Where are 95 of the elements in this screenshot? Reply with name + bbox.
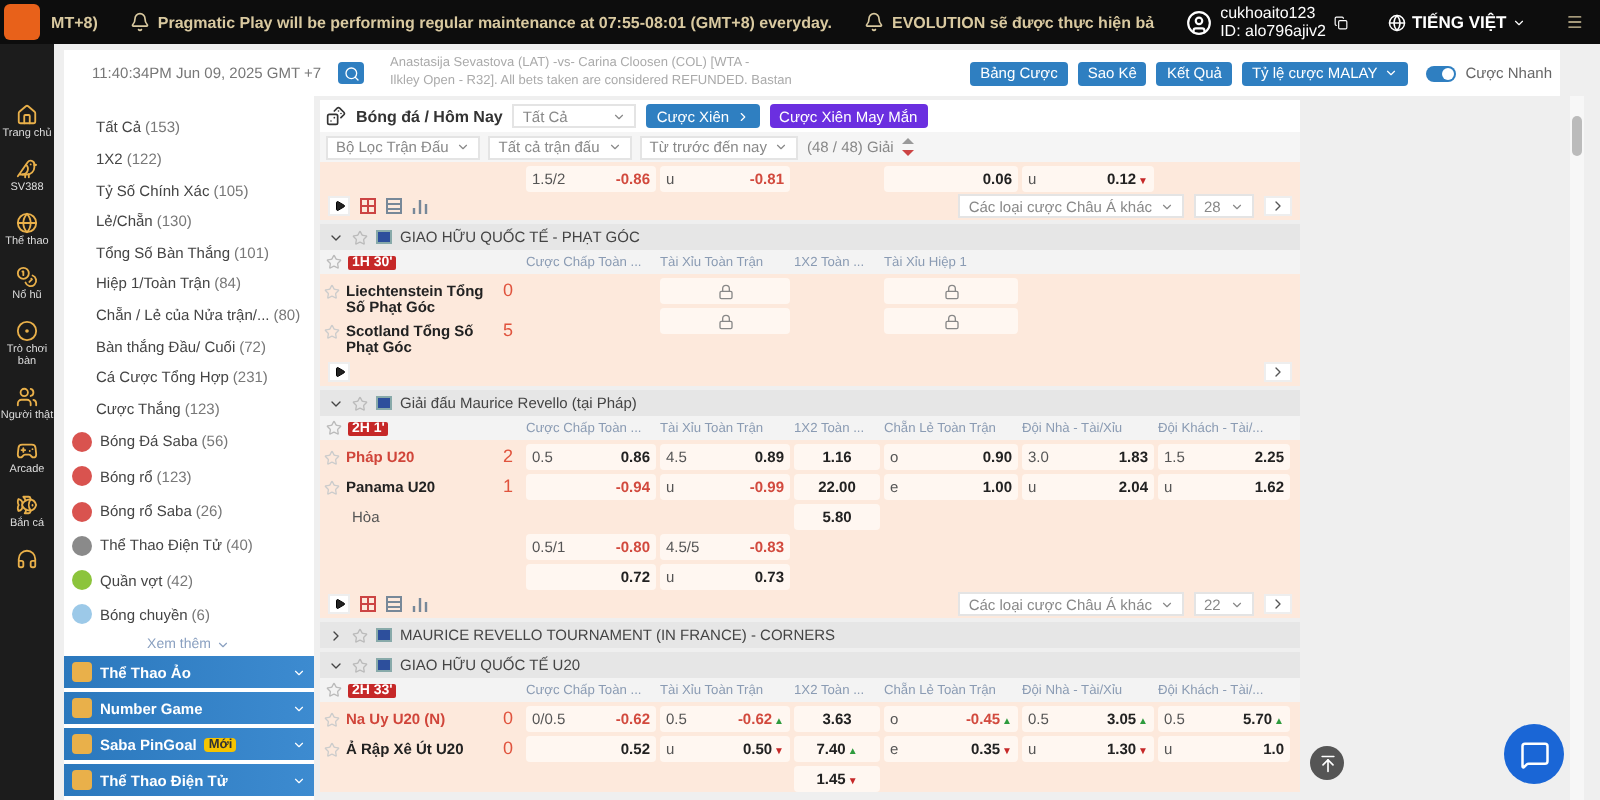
scroll-top-button[interactable] xyxy=(1310,746,1344,780)
chevron-right-icon xyxy=(1270,198,1286,214)
username: cukhoaito123 xyxy=(1220,4,1318,22)
team-score: 5 xyxy=(500,320,515,340)
star-icon[interactable] xyxy=(324,480,340,496)
site-logo[interactable] xyxy=(4,4,40,40)
star-icon[interactable] xyxy=(352,395,368,411)
table-icon[interactable] xyxy=(386,198,402,214)
star-icon[interactable] xyxy=(324,742,340,758)
team-score: 1 xyxy=(500,476,515,496)
star-icon[interactable] xyxy=(352,627,368,643)
lock-icon xyxy=(943,313,959,329)
next-button[interactable] xyxy=(1264,196,1292,216)
grid-icon[interactable] xyxy=(360,596,376,612)
category-icon xyxy=(72,770,92,791)
team-score: 0 xyxy=(500,738,515,758)
bell-icon xyxy=(863,12,884,32)
caret-icon xyxy=(1160,597,1174,611)
chevron-right-icon xyxy=(735,109,750,123)
lock-icon xyxy=(717,313,733,329)
search-icon xyxy=(343,65,359,81)
star-icon[interactable] xyxy=(324,284,340,300)
chat-button[interactable] xyxy=(1504,724,1564,784)
user-id: ID: alo796ajiv2 xyxy=(1220,22,1326,40)
caret-icon xyxy=(612,109,627,123)
play-button[interactable] xyxy=(328,594,350,614)
table-icon[interactable] xyxy=(386,596,402,612)
chevron-right-icon xyxy=(1270,364,1286,380)
house-icon xyxy=(16,104,38,126)
star-icon[interactable] xyxy=(324,450,340,466)
caret-icon xyxy=(1230,199,1244,213)
headset-icon[interactable] xyxy=(16,548,38,570)
caret-icon xyxy=(292,773,306,788)
lock-icon xyxy=(943,283,959,299)
star-icon[interactable] xyxy=(352,229,368,245)
caret-icon xyxy=(1230,597,1244,611)
fish-icon xyxy=(16,494,38,516)
star-icon[interactable] xyxy=(326,682,342,698)
announcement-text: Pragmatic Play will be performing regular maintenance at 07:55-08:01 (GMT+8) everyday. xyxy=(129,12,832,32)
globe-icon xyxy=(16,212,38,234)
chat-icon xyxy=(1519,739,1549,769)
chip-icon xyxy=(16,320,38,342)
star-icon[interactable] xyxy=(352,657,368,673)
user-avatar-icon[interactable] xyxy=(1186,9,1213,35)
bird-icon xyxy=(16,158,38,180)
caret-icon xyxy=(1512,15,1527,29)
search-button[interactable] xyxy=(338,62,364,84)
team-score: 0 xyxy=(500,280,515,300)
chevron-right-icon xyxy=(1270,596,1286,612)
team-score: 2 xyxy=(500,446,515,466)
star-icon[interactable] xyxy=(324,324,340,340)
copy-icon[interactable] xyxy=(1333,15,1348,29)
caret-icon xyxy=(292,737,306,752)
quick-bet-toggle[interactable] xyxy=(1425,65,1456,81)
star-icon[interactable] xyxy=(326,420,342,436)
caret-icon xyxy=(1383,66,1398,80)
category-icon xyxy=(72,662,92,683)
play-icon xyxy=(333,598,345,610)
caret-icon xyxy=(292,701,306,716)
flag-icon xyxy=(376,230,392,244)
caret-icon xyxy=(216,637,231,652)
coins-icon xyxy=(16,266,38,288)
bell-icon xyxy=(129,12,150,32)
sort-icon[interactable] xyxy=(901,138,914,156)
caret-icon xyxy=(774,140,789,154)
caret-icon xyxy=(1160,199,1174,213)
star-icon[interactable] xyxy=(324,712,340,728)
lock-icon xyxy=(717,283,733,299)
scrollbar-thumb[interactable] xyxy=(1572,116,1582,156)
next-button[interactable] xyxy=(1264,362,1292,382)
star-icon[interactable] xyxy=(326,254,342,270)
caret-icon xyxy=(456,140,471,154)
play-icon xyxy=(333,366,345,378)
announcement-text: EVOLUTION sẽ được thực hiện bả xyxy=(863,12,1155,32)
team-score: 0 xyxy=(500,708,515,728)
language-button[interactable]: TIẾNG VIỆT xyxy=(1387,12,1527,32)
category-icon xyxy=(72,734,92,755)
caret-icon xyxy=(607,140,622,154)
users-icon xyxy=(16,386,38,408)
announcement-text: MT+8) xyxy=(51,13,98,31)
globe-icon xyxy=(1387,13,1406,31)
play-button[interactable] xyxy=(328,362,350,382)
gamepad-icon xyxy=(16,440,38,462)
arrow-up-icon xyxy=(1317,753,1337,773)
category-icon xyxy=(72,698,92,719)
chart-icon[interactable] xyxy=(412,596,428,612)
menu-icon[interactable] xyxy=(1566,10,1584,34)
caret-icon xyxy=(292,665,306,680)
breadcrumb: Bóng đá / Hôm Nay xyxy=(356,107,503,125)
chart-icon[interactable] xyxy=(412,198,428,214)
play-button[interactable] xyxy=(328,196,350,216)
grid-icon[interactable] xyxy=(360,198,376,214)
flag-icon xyxy=(376,396,392,410)
next-button[interactable] xyxy=(1264,594,1292,614)
play-icon xyxy=(333,200,345,212)
